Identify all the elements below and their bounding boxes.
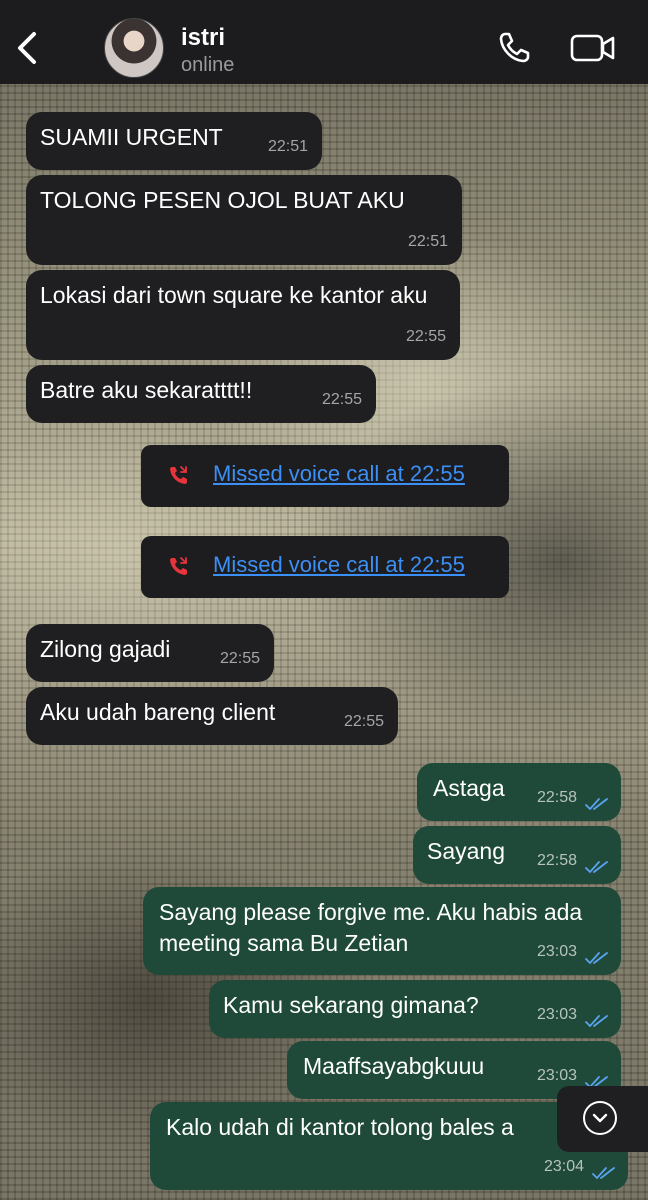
message-outgoing[interactable]: Sayang please forgive me. Aku habis ada … (143, 887, 621, 975)
message-text: Astaga (433, 775, 505, 801)
message-time: 22:55 (343, 713, 384, 730)
chat-header: istri online (0, 0, 648, 84)
message-outgoing[interactable]: Astaga 22:58 (417, 763, 621, 821)
message-outgoing[interactable]: Kamu sekarang gimana? 23:03 (209, 980, 621, 1038)
message-incoming[interactable]: Zilong gajadi 22:55 (26, 624, 274, 682)
message-incoming[interactable]: Lokasi dari town square ke kantor aku 22… (26, 270, 460, 360)
message-time: 22:58 (536, 789, 577, 806)
message-time: 23:04 (543, 1158, 584, 1175)
message-text: Lokasi dari town square ke kantor aku (40, 282, 428, 308)
message-incoming[interactable]: Batre aku sekaratttt!! 22:55 (26, 365, 376, 423)
read-receipt-icon (585, 798, 608, 811)
message-text: Kalo udah di kantor tolong bales a (166, 1114, 514, 1140)
message-text: Batre aku sekaratttt!! (40, 377, 253, 403)
chevron-down-circle-icon (583, 1101, 617, 1135)
read-receipt-icon (585, 861, 608, 874)
message-time: 22:51 (267, 138, 308, 155)
video-camera-icon[interactable] (570, 30, 616, 66)
message-time: 22:58 (536, 852, 577, 869)
scroll-to-bottom-button[interactable] (557, 1086, 648, 1152)
missed-call-notice[interactable]: Missed voice call at 22:55 (141, 445, 509, 507)
read-receipt-icon (585, 1015, 608, 1028)
missed-call-icon (170, 557, 187, 575)
missed-call-notice[interactable]: Missed voice call at 22:55 (141, 536, 509, 598)
message-text: Aku udah bareng client (40, 699, 276, 725)
message-time: 23:03 (536, 1006, 577, 1023)
message-incoming[interactable]: Aku udah bareng client 22:55 (26, 687, 398, 745)
message-time: 23:03 (536, 943, 577, 960)
message-text: Sayang (427, 838, 506, 864)
missed-call-icon (170, 466, 187, 484)
read-receipt-icon (585, 952, 608, 965)
contact-avatar[interactable] (104, 18, 164, 78)
message-time: 22:51 (407, 233, 448, 250)
message-time: 22:55 (321, 391, 362, 408)
phone-icon[interactable] (496, 30, 536, 66)
missed-call-link[interactable]: Missed voice call at 22:55 (213, 552, 465, 578)
message-text: TOLONG PESEN OJOL BUAT AKU (40, 187, 405, 213)
message-time: 22:55 (405, 328, 446, 345)
contact-name[interactable]: istri (181, 24, 225, 52)
message-incoming[interactable]: SUAMII URGENT 22:51 (26, 112, 322, 170)
missed-call-link[interactable]: Missed voice call at 22:55 (213, 461, 465, 487)
chevron-left-icon[interactable] (10, 28, 46, 68)
message-time: 22:55 (219, 650, 260, 667)
contact-status: online (181, 54, 235, 76)
message-outgoing[interactable]: Sayang 22:58 (413, 826, 621, 884)
message-incoming[interactable]: TOLONG PESEN OJOL BUAT AKU 22:51 (26, 175, 462, 265)
read-receipt-icon (592, 1167, 615, 1180)
